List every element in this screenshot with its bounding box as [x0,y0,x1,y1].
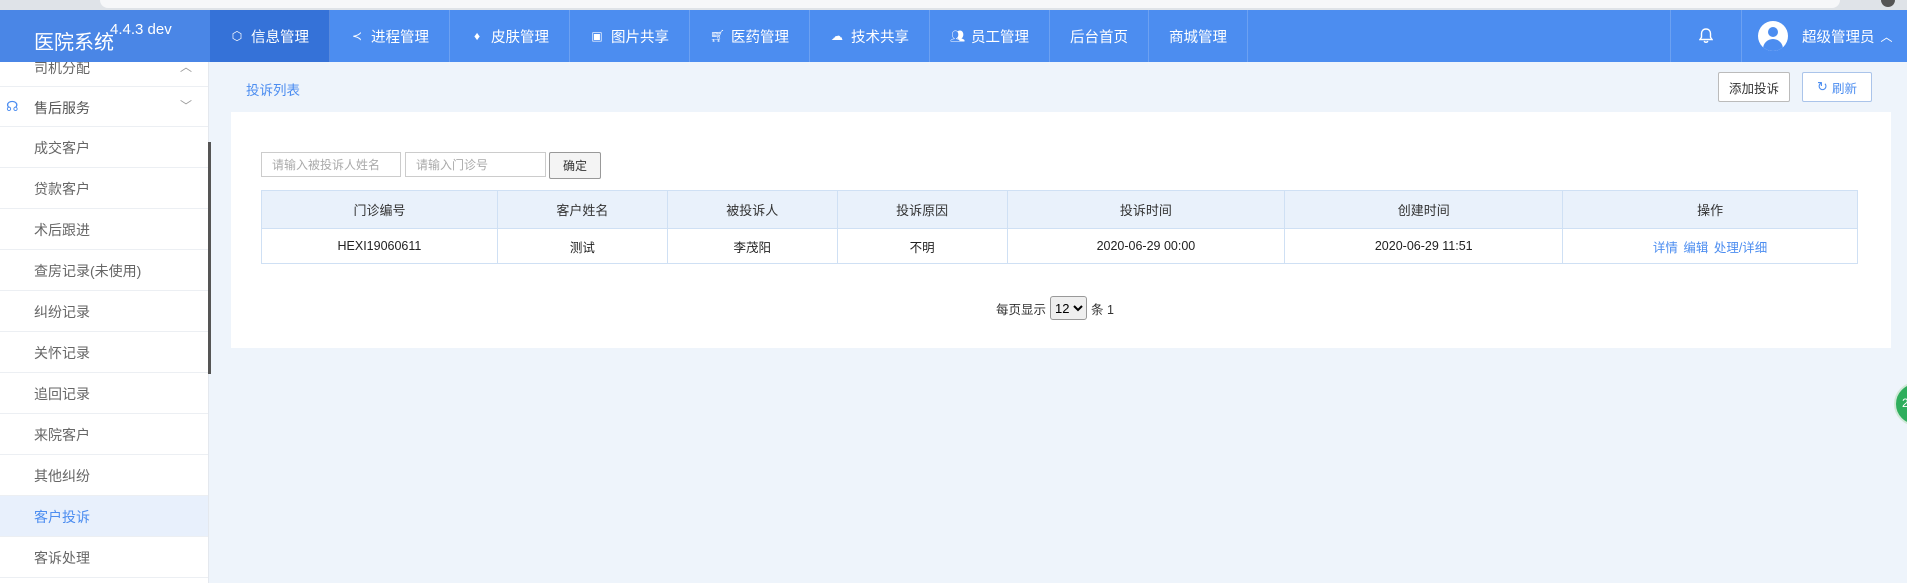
col-header-actions: 操作 [1562,190,1858,229]
notification-button[interactable] [1670,10,1742,62]
nav-item-skin[interactable]: ♦ 皮肤管理 [450,10,570,62]
avatar [1758,21,1788,51]
col-header-customer[interactable]: 客户姓名 [496,190,668,229]
share-icon: ≺ [351,29,363,43]
diamond-icon: ♦ [473,29,481,43]
complaint-list-panel: 确定 门诊编号 客户姓名 被投诉人 投诉原因 投诉时间 创建时间 操作 HEXI… [231,112,1891,348]
main-nav: ⬡ 信息管理 ≺ 进程管理 ♦ 皮肤管理 ▣ 图片共享 🛒︎ 医药管理 ☁ 技术共享 👥︎ 员… [210,10,1248,62]
sidebar-group-aftersales[interactable]: ☊ 售后服务 ﹀ [0,86,208,127]
cell-created: 2020-06-29 11:51 [1284,228,1564,264]
col-header-reason[interactable]: 投诉原因 [836,190,1008,229]
browser-chrome [0,0,1907,10]
sidebar-item-ward-rounds[interactable]: 查房记录(未使用) [0,250,208,291]
user-menu[interactable]: 超级管理员 ︿ [1758,10,1893,62]
nav-item-process[interactable]: ≺ 进程管理 [330,10,450,62]
bell-icon [1699,28,1713,43]
refresh-icon: ↻ [1817,79,1828,94]
col-header-clinic-no[interactable]: 门诊编号 [261,190,498,229]
page-size-label: 每页显示 [996,302,1047,317]
chevron-up-icon: ︿ [180,62,193,74]
cell-clinic-no: HEXI19060611 [261,228,498,264]
search-submit-button[interactable]: 确定 [549,152,601,179]
nav-item-medicine[interactable]: 🛒︎ 医药管理 [690,10,810,62]
page-total-label: 条 1 [1091,302,1114,317]
handle-link[interactable]: 处理/详细 [1714,241,1767,255]
cell-actions: 详情 编辑 处理/详细 [1562,228,1858,264]
col-header-complainee[interactable]: 被投诉人 [666,190,838,229]
users-icon: 👥︎ [950,29,966,43]
nav-item-staff[interactable]: 👥︎ 员工管理 [930,10,1050,62]
clinic-number-input[interactable] [405,152,546,177]
col-header-complaint-time[interactable]: 投诉时间 [1006,190,1286,229]
sidebar-item-visiting-customers[interactable]: 来院客户 [0,414,208,455]
pagination: 每页显示 12 条 1 [996,296,1114,320]
top-navbar: 医院系统 4.4.3 dev ⬡ 信息管理 ≺ 进程管理 ♦ 皮肤管理 ▣ 图片共享 🛒… [0,10,1907,62]
sidebar-item-postop-followup[interactable]: 术后跟进 [0,209,208,250]
page-size-select[interactable]: 12 [1050,296,1088,320]
cloud-upload-icon: ☁ [831,29,843,43]
complainee-name-input[interactable] [261,152,401,177]
sidebar-item-recovery-records[interactable]: 追回记录 [0,373,208,414]
sidebar-item-deal-customers[interactable]: 成交客户 [0,127,208,168]
chevron-down-icon: ﹀ [180,99,193,113]
detail-link[interactable]: 详情 [1653,241,1678,255]
cube-icon: ⬡ [231,29,243,43]
cell-complainee: 李茂阳 [666,228,838,264]
nav-item-home[interactable]: 后台首页 [1050,10,1149,62]
refresh-button[interactable]: ↻ 刷新 [1802,72,1872,102]
nav-item-images[interactable]: ▣ 图片共享 [570,10,690,62]
table-row: HEXI19060611 测试 李茂阳 不明 2020-06-29 00:00 … [261,228,1858,264]
sidebar-item-other-disputes[interactable]: 其他纠纷 [0,455,208,496]
sidebar-item-complaint-handling[interactable]: 客诉处理 [0,537,208,578]
sidebar-item-disputes[interactable]: 纠纷记录 [0,291,208,332]
user-name: 超级管理员 [1802,29,1875,46]
address-bar[interactable] [100,0,1840,8]
sidebar-item-loan-customers[interactable]: 贷款客户 [0,168,208,209]
sidebar-item-care-records[interactable]: 关怀记录 [0,332,208,373]
breadcrumb[interactable]: 投诉列表 [246,79,300,99]
cell-reason: 不明 [836,228,1008,264]
sidebar-scrollbar[interactable] [208,142,211,374]
nav-item-tech[interactable]: ☁ 技术共享 [810,10,930,62]
add-complaint-button[interactable]: 添加投诉 [1718,72,1790,102]
cell-customer: 测试 [496,228,668,264]
col-header-created[interactable]: 创建时间 [1284,190,1564,229]
image-icon: ▣ [591,29,603,43]
cell-complaint-time: 2020-06-29 00:00 [1006,228,1286,264]
sidebar-item-complaints[interactable]: 客户投诉 [0,496,208,537]
sidebar: 司机分配 ︿ ☊ 售后服务 ﹀ 成交客户 贷款客户 术后跟进 查房记录(未使用)… [0,62,209,583]
cart-icon: 🛒︎ [710,29,726,43]
floating-assistant-button[interactable]: 23 [1894,382,1907,426]
app-version: 4.4.3 dev [110,21,172,38]
table-header-row: 门诊编号 客户姓名 被投诉人 投诉原因 投诉时间 创建时间 操作 [261,190,1858,229]
edit-link[interactable]: 编辑 [1683,241,1708,255]
app-name: 医院系统 [34,32,114,54]
nav-item-info[interactable]: ⬡ 信息管理 [210,10,330,62]
chevron-up-icon: ︿ [1880,29,1893,44]
complaint-table: 门诊编号 客户姓名 被投诉人 投诉原因 投诉时间 创建时间 操作 HEXI190… [261,190,1858,264]
sidebar-item-driver[interactable]: 司机分配 ︿ [0,62,208,87]
nav-item-mall[interactable]: 商城管理 [1149,10,1248,62]
profile-icon[interactable] [1881,0,1895,7]
brand[interactable]: 医院系统 4.4.3 dev [0,10,210,62]
headset-icon: ☊ [6,98,19,114]
